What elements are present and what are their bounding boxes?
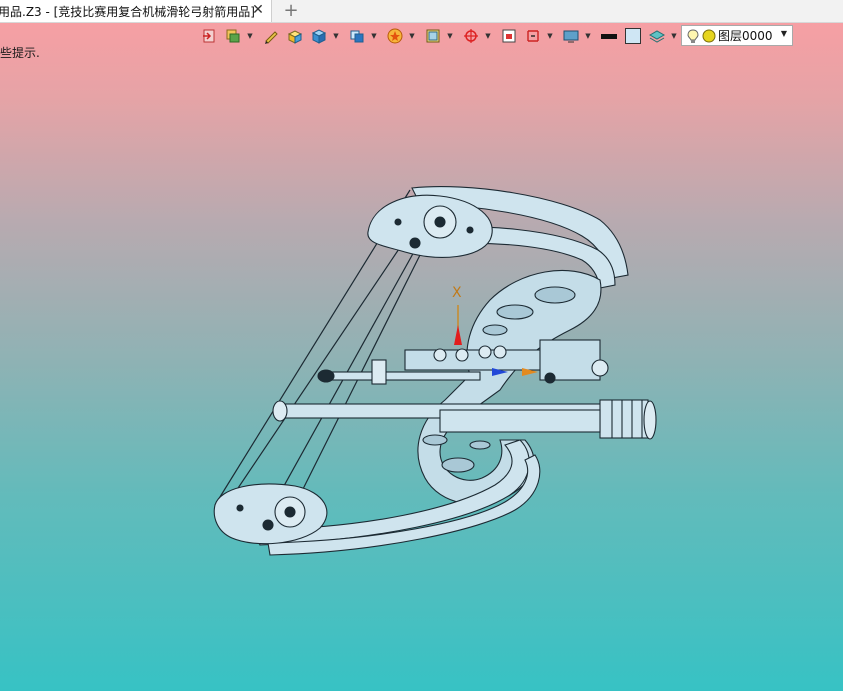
document-tab-bar: 用品.Z3 - [竞技比赛用复合机械滑轮弓射箭用品] ✕ + <box>0 0 843 23</box>
snap-crosshair-icon[interactable] <box>460 25 482 47</box>
lightbulb-icon <box>687 28 699 43</box>
section-icon[interactable] <box>522 25 544 47</box>
view-cube-icon[interactable] <box>346 25 368 47</box>
layer-selector-value: 图层0000 <box>718 29 773 43</box>
yellow-circle-icon <box>702 29 716 42</box>
face-color-icon[interactable] <box>622 25 644 47</box>
viewport-hint-text: 些提示. <box>0 46 40 60</box>
layers-icon[interactable] <box>646 25 668 47</box>
star-face-icon[interactable] <box>384 25 406 47</box>
shaded-box-icon[interactable] <box>284 25 306 47</box>
arrow-rod <box>329 371 481 381</box>
document-tab[interactable]: 用品.Z3 - [竞技比赛用复合机械滑轮弓射箭用品] ✕ <box>0 0 272 22</box>
chevron-down-icon[interactable]: ▼ <box>446 25 454 47</box>
chevron-down-icon[interactable]: ▼ <box>670 25 678 47</box>
line-color-icon[interactable] <box>598 25 620 47</box>
gizmo-axis-label: X <box>452 285 462 301</box>
chevron-down-icon[interactable]: ▼ <box>332 25 340 47</box>
chevron-down-icon: ▼ <box>780 29 787 38</box>
close-icon[interactable]: ✕ <box>251 3 265 17</box>
layer-selector[interactable]: 图层0000 ▼ <box>681 25 793 46</box>
chevron-down-icon[interactable]: ▼ <box>246 25 254 47</box>
chevron-down-icon[interactable]: ▼ <box>370 25 378 47</box>
render-icon[interactable] <box>422 25 444 47</box>
3d-model-compound-bow[interactable]: X <box>0 0 843 691</box>
new-tab-button[interactable]: + <box>282 1 300 21</box>
view-toolbar: ▼ ▼ ▼ ▼ ▼ ▼ ▼ ▼ ▼ <box>198 24 684 48</box>
pencil-icon[interactable] <box>260 25 282 47</box>
blue-cube-icon[interactable] <box>308 25 330 47</box>
chevron-down-icon[interactable]: ▼ <box>584 25 592 47</box>
layer-stack-icon[interactable] <box>222 25 244 47</box>
lower-cam <box>213 483 328 545</box>
chevron-down-icon[interactable]: ▼ <box>408 25 416 47</box>
exit-icon[interactable] <box>198 25 220 47</box>
stabilizer-weight <box>599 399 649 439</box>
frame-icon[interactable] <box>498 25 520 47</box>
bow-string <box>264 249 416 521</box>
document-tab-title: 用品.Z3 - [竞技比赛用复合机械滑轮弓射箭用品] <box>0 4 255 19</box>
display-icon[interactable] <box>560 25 582 47</box>
chevron-down-icon[interactable]: ▼ <box>546 25 554 47</box>
chevron-down-icon[interactable]: ▼ <box>484 25 492 47</box>
z-axis-arrow[interactable] <box>454 325 462 345</box>
